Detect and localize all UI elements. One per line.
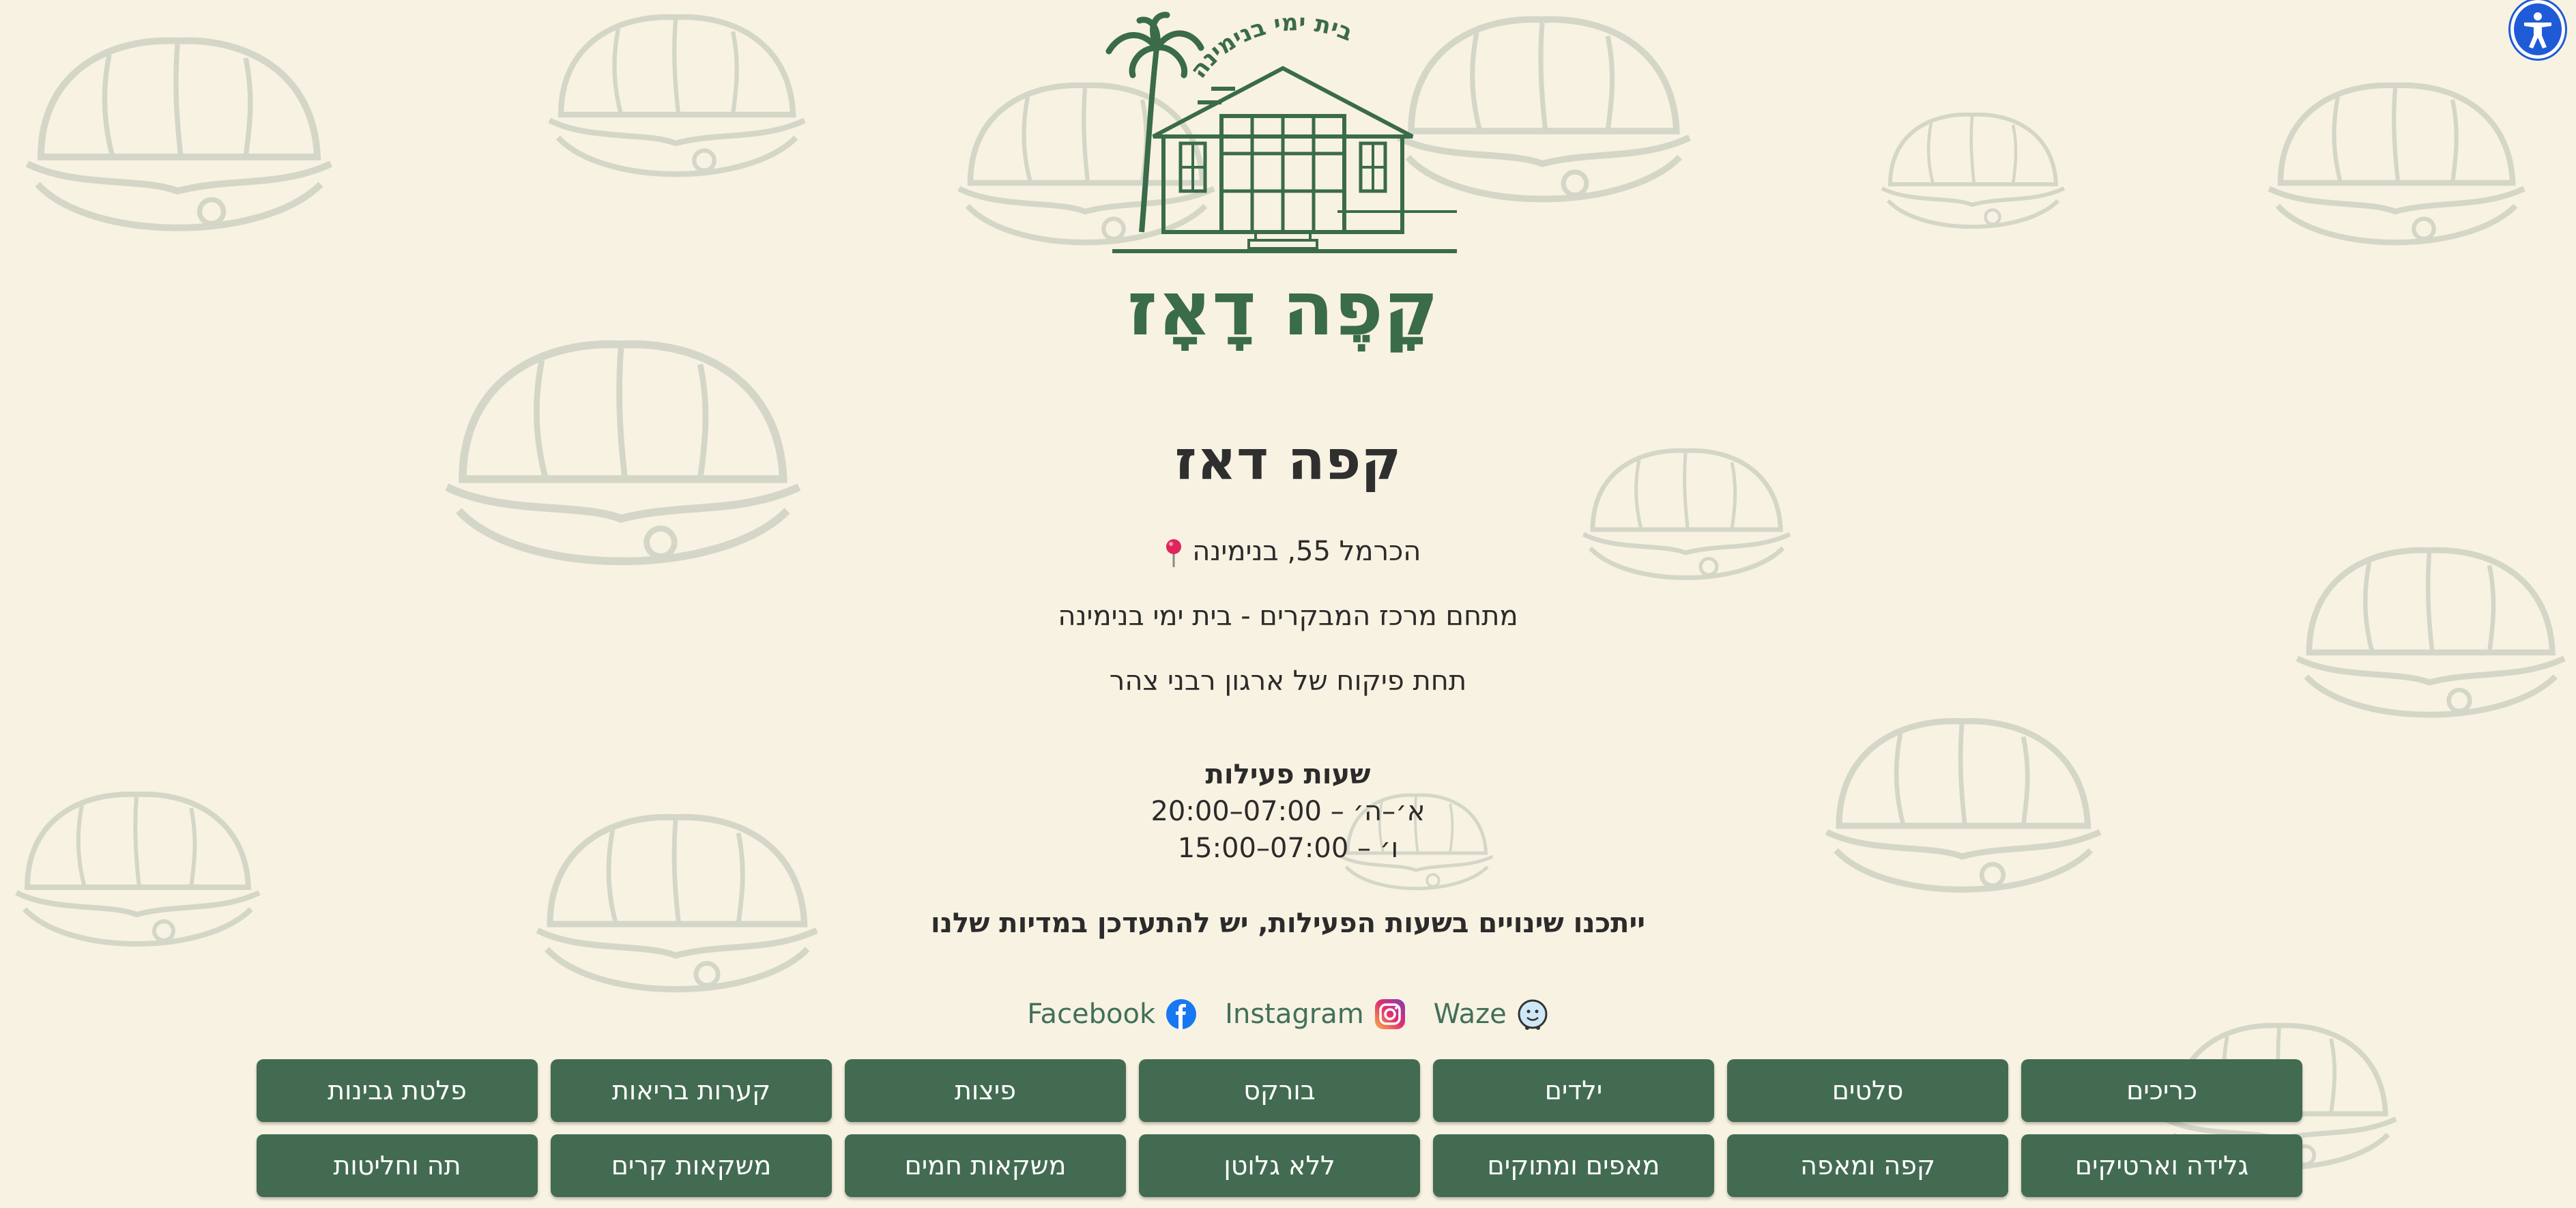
supervision-note: תחת פיקוח של ארגון רבני צהר <box>1109 665 1467 697</box>
menu-button-healthy-bowls[interactable]: קערות בריאות <box>551 1059 832 1122</box>
instagram-icon <box>1374 999 1405 1029</box>
address: הכרמל 55, בנימינה <box>0 536 2576 568</box>
svg-text:בית ימי בנימינה: בית ימי בנימינה <box>1185 9 1357 83</box>
facebook-label: Facebook <box>1027 998 1156 1030</box>
menu-button-hot-drinks[interactable]: משקאות חמים <box>845 1134 1126 1197</box>
waze-link[interactable]: Waze <box>1434 998 1549 1031</box>
hours-title: שעות פעילות <box>1205 759 1371 790</box>
menu-button-cold-drinks[interactable]: משקאות קרים <box>551 1134 832 1197</box>
menu-categories: כריכים סלטים ילדים בורקס פיצות קערות ברי… <box>255 1059 2302 1197</box>
instagram-link[interactable]: Instagram <box>1225 998 1406 1031</box>
logo-wordmark: קָפֶה דָאָז <box>1127 265 1438 352</box>
accessibility-button[interactable] <box>2510 0 2565 59</box>
accessibility-icon <box>2524 12 2551 48</box>
hours-weekdays: א׳–ה׳ – 07:00–20:00 <box>1150 796 1426 827</box>
menu-button-sandwiches[interactable]: כריכים <box>2021 1059 2302 1122</box>
map-pin-icon <box>1166 539 1181 567</box>
logo-arc-text: בית ימי בנימינה <box>1185 9 1357 83</box>
menu-button-cheese-platter[interactable]: פלטת גבינות <box>257 1059 538 1122</box>
menu-button-kids[interactable]: ילדים <box>1433 1059 1714 1122</box>
menu-button-salads[interactable]: סלטים <box>1727 1059 2008 1122</box>
waze-label: Waze <box>1433 998 1507 1030</box>
menu-button-pizzas[interactable]: פיצות <box>845 1059 1126 1122</box>
instagram-label: Instagram <box>1225 998 1364 1030</box>
address-text: הכרמל 55, בנימינה <box>1192 536 1421 567</box>
sandwich-illustration <box>2268 82 2526 246</box>
menu-button-burekas[interactable]: בורקס <box>1139 1059 1420 1122</box>
menu-button-gluten-free[interactable]: ללא גלוטן <box>1139 1134 1420 1197</box>
sandwich-illustration <box>548 14 806 177</box>
hours-friday: ו׳ – 07:00–15:00 <box>1177 833 1399 864</box>
menu-button-pastries-sweets[interactable]: מאפים ומתוקים <box>1433 1134 1714 1197</box>
cafe-logo[interactable]: בית ימי בנימינה קָפֶה דָאָז <box>1092 7 1474 375</box>
menu-button-ice-cream[interactable]: גלידה וארטיקים <box>2021 1134 2302 1197</box>
sandwich-illustration <box>25 37 333 231</box>
menu-button-coffee-pastry[interactable]: קפה ומאפה <box>1727 1134 2008 1197</box>
menu-button-tea[interactable]: תה וחליטות <box>257 1134 538 1197</box>
sandwich-illustration <box>1881 112 2066 229</box>
location-note: מתחם מרכז המבקרים - בית ימי בנימינה <box>1058 601 1518 632</box>
facebook-link[interactable]: Facebook <box>1027 998 1198 1031</box>
waze-icon <box>1518 999 1548 1030</box>
page-title: קפה דאז <box>1174 429 1402 492</box>
hours-notice: ייתכנו שינויים בשעות הפעילות, יש להתעדכן… <box>930 908 1646 939</box>
social-links: Facebook Instagram Waze <box>0 998 2576 1031</box>
facebook-icon <box>1166 999 1197 1029</box>
